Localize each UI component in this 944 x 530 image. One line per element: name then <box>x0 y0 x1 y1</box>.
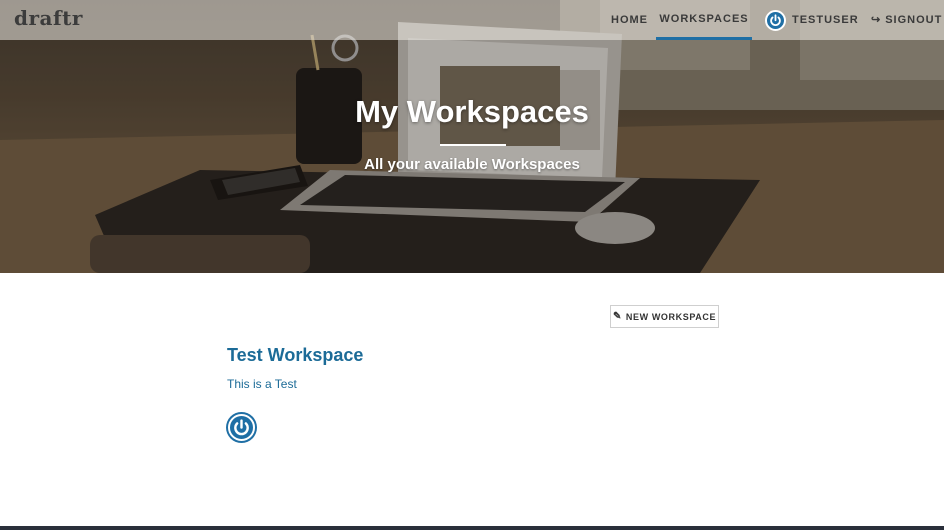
new-workspace-button[interactable]: ✎ NEW WORKSPACE <box>610 305 719 328</box>
title-divider <box>440 144 506 146</box>
brand-logo[interactable]: draftr <box>14 6 83 30</box>
pencil-icon: ✎ <box>612 311 622 322</box>
nav-item-home[interactable]: HOME <box>611 0 648 40</box>
nav-item-signout[interactable]: ↪ SIGNOUT <box>871 0 942 40</box>
nav-user-label: TESTUSER <box>792 14 859 26</box>
page-subtitle: All your available Workspaces <box>364 156 580 173</box>
nav-item-workspaces[interactable]: WORKSPACES <box>656 0 752 40</box>
page-title: My Workspaces <box>355 94 589 129</box>
new-workspace-label: NEW WORKSPACE <box>625 311 717 322</box>
hero-banner: My Workspaces All your available Workspa… <box>0 0 944 273</box>
workspace-title[interactable]: Test Workspace <box>227 345 363 366</box>
page-bottom-border <box>0 526 944 530</box>
power-icon <box>765 9 786 31</box>
nav-signout-label: SIGNOUT <box>885 14 943 26</box>
signout-icon: ↪ <box>871 14 882 26</box>
nav-item-user[interactable]: TESTUSER <box>765 0 859 40</box>
top-navbar: draftr HOME WORKSPACES TESTUSER ↪ SIGNOU… <box>0 0 944 40</box>
power-icon[interactable] <box>226 412 257 443</box>
workspace-description: This is a Test <box>227 377 297 391</box>
